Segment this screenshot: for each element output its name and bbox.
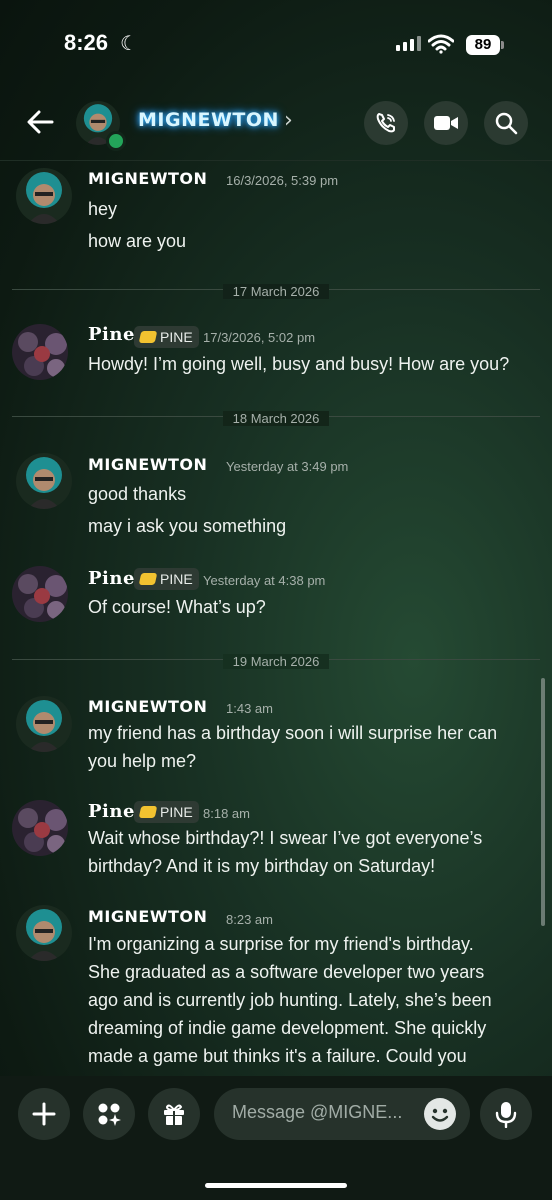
message-line: birthday? And it is my birthday on Satur… (88, 856, 436, 876)
pine-avatar[interactable] (12, 800, 68, 856)
message-line: good thanks (88, 484, 187, 504)
tag-leaf-icon (138, 331, 158, 343)
message-line: you help me? (88, 751, 197, 771)
pine-avatar[interactable] (12, 566, 68, 622)
message-line: I'm organizing a surprise for my friend'… (88, 934, 474, 954)
date-divider-label: 19 March 2026 (222, 654, 330, 669)
mignewton-avatar[interactable] (16, 696, 72, 752)
search-icon (495, 112, 518, 135)
date-divider: 17 March 2026 (0, 281, 552, 300)
message-timestamp: Yesterday at 4:38 pm (203, 573, 326, 588)
gift-button[interactable] (148, 1088, 200, 1140)
battery-level: 89 (466, 35, 500, 55)
arrow-left-icon[interactable] (24, 106, 56, 138)
guild-tag[interactable]: PINE (134, 568, 199, 590)
message-timestamp: 1:43 am (226, 701, 273, 716)
message-line: Wait whose birthday?! I swear I’ve got e… (88, 828, 483, 848)
home-indicator[interactable] (205, 1183, 347, 1188)
message-author[interactable]: Pine (88, 324, 135, 345)
voice-message-button[interactable] (480, 1088, 532, 1140)
date-divider-label: 17 March 2026 (222, 284, 330, 299)
message-line: ago and is currently job hunting. Lately… (88, 990, 492, 1010)
battery-tip (501, 41, 504, 49)
message-line: may i ask you something (88, 516, 287, 536)
message-line: She graduated as a software developer tw… (88, 962, 485, 982)
mignewton-avatar[interactable] (16, 168, 72, 224)
message-line: dreaming of indie game development. She … (88, 1018, 487, 1038)
message-input-placeholder: Message @MIGNE... (232, 1102, 403, 1122)
message-timestamp: Yesterday at 3:49 pm (226, 459, 349, 474)
apps-button[interactable] (83, 1088, 135, 1140)
message-author[interactable]: Pine (88, 801, 135, 822)
message-timestamp: 16/3/2026, 5:39 pm (226, 173, 339, 188)
gift-icon (164, 1104, 184, 1125)
guild-tag-label: PINE (160, 329, 193, 345)
video-call-button[interactable] (424, 101, 468, 145)
guild-tag[interactable]: PINE (134, 326, 199, 348)
status-time: 8:26 (64, 30, 109, 55)
message-timestamp: 8:18 am (203, 806, 250, 821)
message-line: made a game but thinks it's a failure. C… (88, 1046, 467, 1066)
message-author[interactable]: MIGNEWTON (88, 455, 207, 474)
date-divider-label: 18 March 2026 (222, 411, 330, 426)
search-button[interactable] (484, 101, 528, 145)
video-camera-icon (434, 116, 458, 130)
message-line: Howdy! I’m going well, busy and busy! Ho… (88, 354, 510, 374)
scrollbar[interactable] (541, 678, 545, 926)
microphone-icon (495, 1102, 517, 1128)
date-divider: 19 March 2026 (0, 651, 552, 670)
cellular-signal-icon (396, 36, 421, 51)
plus-icon (32, 1102, 56, 1126)
message-author[interactable]: MIGNEWTON (88, 907, 207, 926)
pine-avatar[interactable] (12, 324, 68, 380)
mignewton-avatar[interactable] (16, 905, 72, 961)
phone-icon (376, 113, 395, 133)
emoji-icon[interactable] (424, 1098, 456, 1130)
message-timestamp: 17/3/2026, 5:02 pm (203, 330, 316, 345)
message-line: Of course! What’s up? (88, 597, 266, 617)
message-author[interactable]: Pine (88, 568, 135, 589)
attach-button[interactable] (18, 1088, 70, 1140)
guild-tag[interactable]: PINE (134, 801, 199, 823)
message-timestamp: 8:23 am (226, 912, 273, 927)
tag-leaf-icon (138, 806, 158, 818)
mignewton-avatar[interactable] (16, 453, 72, 509)
message-line: how are you (88, 231, 187, 251)
message-author[interactable]: MIGNEWTON (88, 697, 207, 716)
message-line: my friend has a birthday soon i will sur… (88, 723, 498, 743)
guild-tag-label: PINE (160, 804, 193, 820)
header-divider (0, 160, 552, 161)
header-username[interactable]: MIGNEWTON (138, 109, 279, 131)
wifi-icon (428, 34, 454, 54)
apps-icon (98, 1103, 121, 1126)
voice-call-button[interactable] (364, 101, 408, 145)
online-status-indicator (106, 131, 126, 151)
date-divider: 18 March 2026 (0, 408, 552, 427)
guild-tag-label: PINE (160, 571, 193, 587)
moon-icon: ☾ (120, 31, 138, 55)
tag-leaf-icon (138, 573, 158, 585)
message-line: hey (88, 199, 118, 219)
message-author[interactable]: MIGNEWTON (88, 169, 207, 188)
chevron-right-icon[interactable]: › (284, 108, 293, 133)
